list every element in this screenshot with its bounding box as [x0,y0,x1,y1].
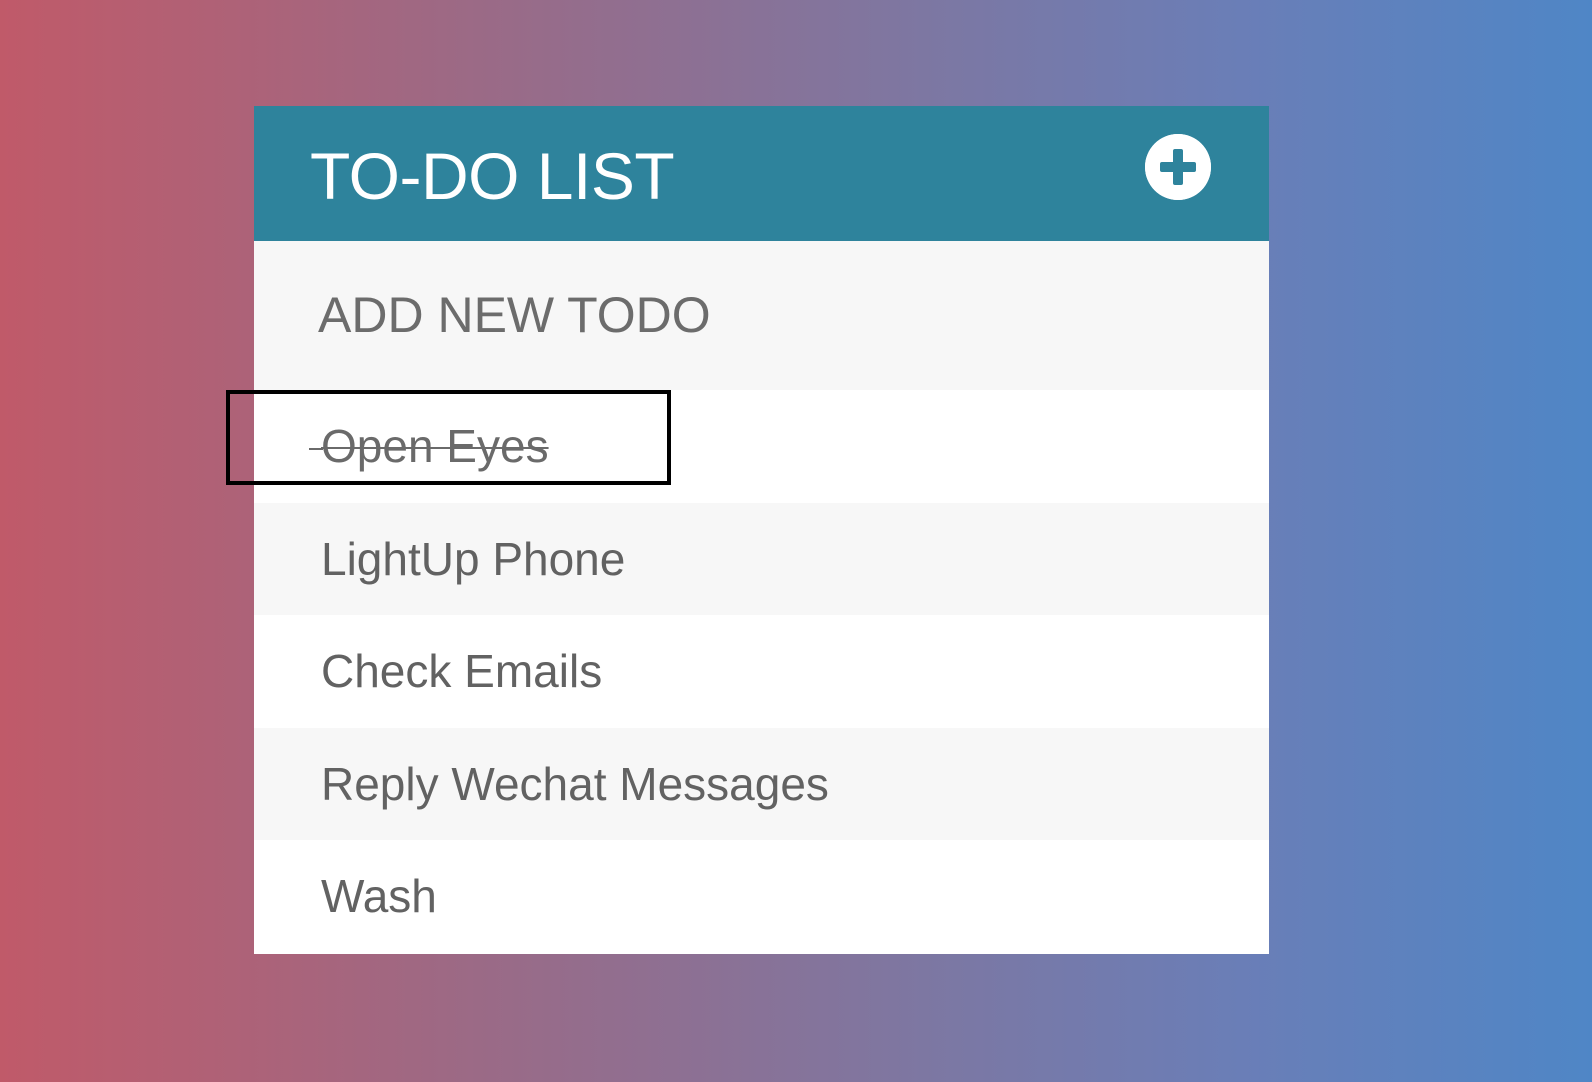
todo-item-label: Reply Wechat Messages [321,757,829,810]
todo-item[interactable]: LightUp Phone [254,502,1269,615]
todo-header: TO-DO LIST [254,106,1269,241]
todo-item-label: Open Eyes [321,420,549,472]
page-title: TO-DO LIST [310,139,675,213]
plus-circle-icon [1145,134,1211,200]
todo-card: TO-DO LIST Open Eyes LightUp Phone Check… [254,106,1269,954]
todo-list: Open Eyes LightUp Phone Check Emails Rep… [254,390,1269,953]
new-todo-input[interactable] [318,275,1158,355]
todo-item-label: Check Emails [321,645,603,697]
todo-item-label: LightUp Phone [321,532,626,585]
todo-item[interactable]: Reply Wechat Messages [254,727,1269,840]
todo-item[interactable]: Check Emails [254,615,1269,728]
todo-item[interactable]: Wash [254,840,1269,953]
new-todo-row [254,241,1269,390]
todo-item-label: Wash [321,870,437,922]
todo-item[interactable]: Open Eyes [254,390,1269,503]
add-todo-button[interactable] [1145,134,1211,200]
